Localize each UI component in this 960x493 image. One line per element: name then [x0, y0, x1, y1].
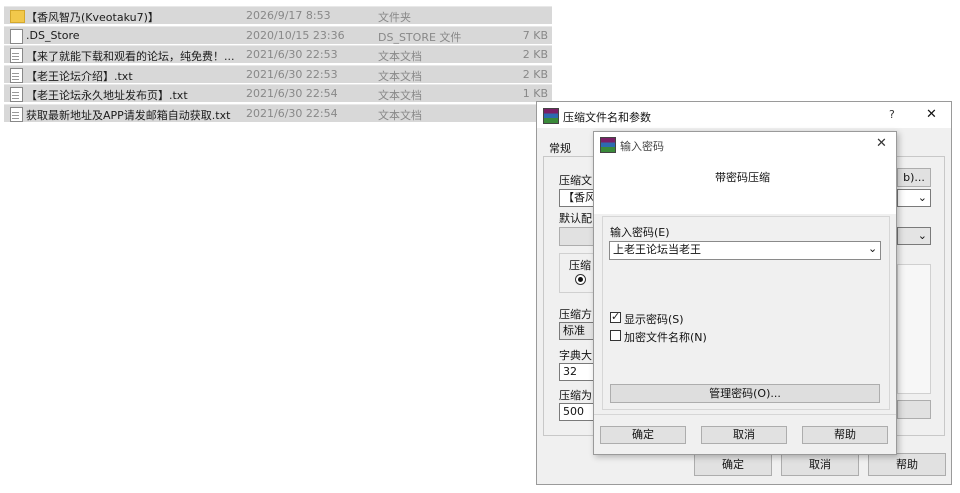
- browse-button[interactable]: b)...: [897, 168, 931, 187]
- file-row[interactable]: 【老王论坛介绍】.txt 2021/6/30 22:53 文本文档 2 KB: [4, 64, 552, 83]
- archive-name-dropdown[interactable]: ⌄: [897, 189, 931, 207]
- chevron-down-icon: ⌄: [917, 191, 927, 204]
- file-row[interactable]: 【来了就能下载和观看的论坛，纯免费！... 2021/6/30 22:53 文本文档…: [4, 45, 552, 63]
- file-size: 2 KB: [522, 48, 548, 61]
- file-type: 文本文档: [378, 89, 422, 102]
- file-date: 2021/6/30 22:53: [246, 48, 338, 61]
- text-file-icon: [10, 106, 23, 122]
- archive-name-label: 压缩文: [559, 174, 592, 187]
- file-name: 【老王论坛永久地址发布页】.txt: [26, 89, 188, 102]
- tab-general[interactable]: 常规: [549, 140, 571, 156]
- cancel-button[interactable]: 取消: [701, 426, 787, 444]
- file-name: 【老王论坛介绍】.txt: [26, 69, 133, 83]
- separator: [594, 414, 896, 415]
- close-icon[interactable]: ✕: [876, 136, 887, 151]
- file-type: DS_STORE 文件: [378, 30, 462, 44]
- text-file-icon: [10, 67, 23, 83]
- password-dialog: 输入密码 ✕ 带密码压缩 输入密码(E) 上老王论坛当老王 ⌄ ✓ 显示密码(S…: [593, 131, 897, 455]
- help-icon[interactable]: ?: [889, 108, 895, 121]
- file-icon: [10, 28, 23, 44]
- password-heading: 带密码压缩: [715, 171, 770, 184]
- organize-passwords-button[interactable]: 管理密码(O)...: [610, 384, 880, 403]
- file-name: 获取最新地址及APP请发邮箱自动获取.txt: [26, 108, 231, 122]
- help-button[interactable]: 帮助: [802, 426, 888, 444]
- file-date: 2021/6/30 22:53: [246, 67, 338, 81]
- file-size: 1 KB: [522, 87, 548, 100]
- options-group: [897, 264, 931, 394]
- text-file-icon: [10, 48, 23, 63]
- split-label: 压缩为: [559, 389, 592, 402]
- encrypt-names-label[interactable]: 加密文件名称(N): [624, 329, 707, 345]
- close-icon[interactable]: ✕: [926, 107, 937, 122]
- file-date: 2021/6/30 22:54: [246, 106, 338, 120]
- file-date: 2020/10/15 23:36: [246, 28, 345, 42]
- file-name: 【来了就能下载和观看的论坛，纯免费！...: [26, 50, 235, 63]
- file-size: 2 KB: [522, 67, 548, 81]
- chevron-down-icon: ⌄: [917, 229, 927, 242]
- show-password-checkbox[interactable]: ✓: [610, 310, 621, 323]
- ok-button[interactable]: 确定: [600, 426, 686, 444]
- file-date: 2026/9/17 8:53: [246, 9, 331, 22]
- winrar-icon: [600, 137, 616, 153]
- file-row[interactable]: 获取最新地址及APP请发邮箱自动获取.txt 2021/6/30 22:54 文本文…: [4, 103, 552, 122]
- password-dialog-title: 输入密码: [620, 140, 664, 153]
- update-mode-dropdown[interactable]: ⌄: [897, 227, 931, 245]
- help-button[interactable]: 帮助: [868, 453, 946, 476]
- file-row[interactable]: 【老王论坛永久地址发布页】.txt 2021/6/30 22:54 文本文档 1 KB: [4, 84, 552, 102]
- header-area: [594, 156, 896, 214]
- file-date: 2021/6/30 22:54: [246, 87, 338, 100]
- file-type: 文本文档: [378, 50, 422, 63]
- file-name: .DS_Store: [26, 28, 80, 42]
- text-file-icon: [10, 87, 23, 102]
- default-profile-label: 默认配: [559, 212, 592, 225]
- file-type: 文本文档: [378, 108, 422, 122]
- archive-format-label: 压缩: [569, 259, 591, 272]
- archive-params-title: 压缩文件名和参数: [563, 111, 651, 124]
- file-row[interactable]: 【香风智乃(Kveotaku7)】 2026/9/17 8:53 文件夹: [4, 6, 552, 24]
- file-row[interactable]: .DS_Store 2020/10/15 23:36 DS_STORE 文件 7 KB: [4, 25, 552, 44]
- folder-icon: [10, 10, 25, 23]
- chevron-down-icon[interactable]: ⌄: [868, 242, 877, 255]
- file-size: 7 KB: [522, 28, 548, 42]
- password-input[interactable]: 上老王论坛当老王: [609, 241, 881, 260]
- encrypt-names-checkbox[interactable]: [610, 330, 621, 341]
- winrar-icon: [543, 108, 559, 124]
- set-password-button[interactable]: [897, 400, 931, 419]
- format-radio[interactable]: [575, 274, 586, 285]
- file-type: 文件夹: [378, 11, 411, 24]
- dictionary-label: 字典大: [559, 349, 592, 362]
- cancel-button[interactable]: 取消: [781, 453, 859, 476]
- checkmark-icon: ✓: [611, 310, 621, 323]
- show-password-label[interactable]: 显示密码(S): [624, 311, 684, 327]
- file-type: 文本文档: [378, 69, 422, 83]
- password-label: 输入密码(E): [610, 226, 670, 239]
- ok-button[interactable]: 确定: [694, 453, 772, 476]
- method-label: 压缩方: [559, 308, 592, 321]
- file-name: 【香风智乃(Kveotaku7)】: [26, 11, 159, 24]
